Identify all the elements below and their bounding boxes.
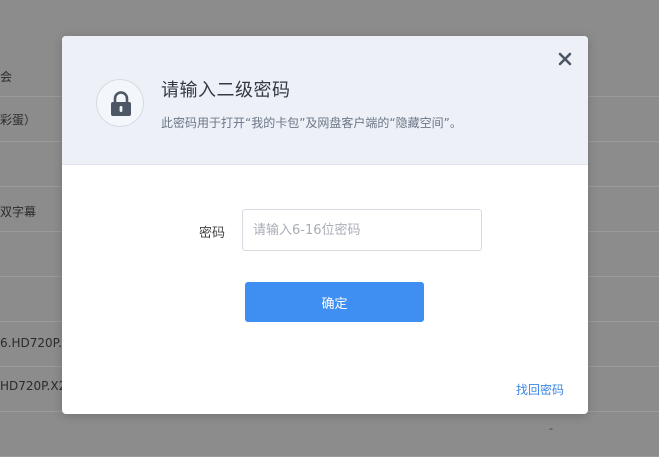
dialog-title: 请输入二级密码	[161, 80, 291, 101]
dialog-subtitle: 此密码用于打开“我的卡包”及网盘客户端的“隐藏空间”。	[161, 116, 462, 130]
retrieve-password-link[interactable]: 找回密码	[516, 381, 564, 398]
password-label: 密码	[199, 226, 226, 241]
close-button[interactable]	[554, 48, 576, 70]
secondary-password-dialog: 请输入二级密码 此密码用于打开“我的卡包”及网盘客户端的“隐藏空间”。 密码 确…	[62, 36, 588, 414]
confirm-button[interactable]: 确定	[245, 282, 424, 322]
dialog-header: 请输入二级密码 此密码用于打开“我的卡包”及网盘客户端的“隐藏空间”。	[62, 36, 588, 165]
lock-icon-badge	[96, 79, 144, 127]
lock-icon	[111, 91, 131, 116]
password-input[interactable]	[242, 209, 482, 251]
close-icon	[558, 52, 572, 66]
